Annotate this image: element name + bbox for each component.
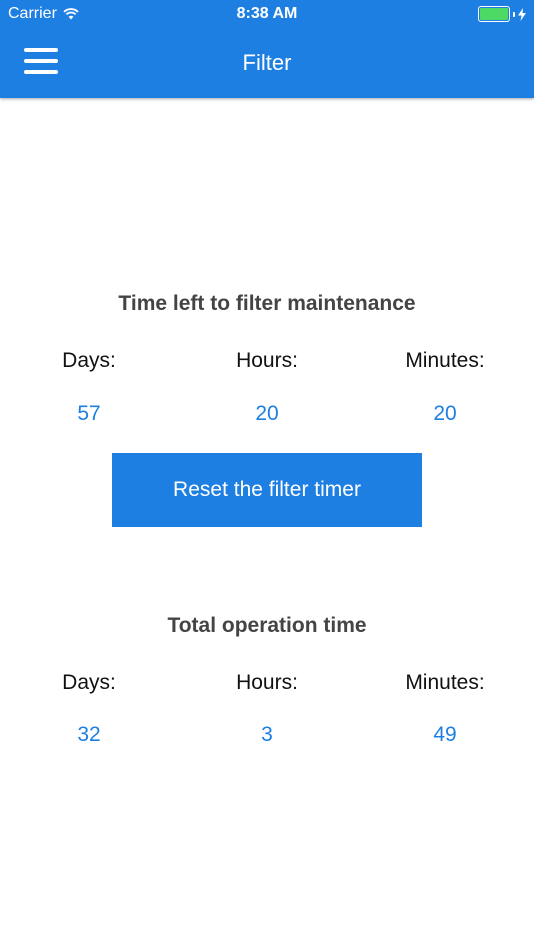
minutes-label: Minutes: (405, 671, 485, 694)
battery-icon (478, 6, 510, 22)
page-title: Filter (242, 50, 292, 75)
days-label: Days: (62, 671, 116, 694)
charging-bolt-icon (518, 7, 526, 21)
battery-level (480, 8, 508, 20)
operation-time-title: Total operation time (167, 614, 367, 637)
app-header: Carrier 8:38 AM Filter (0, 0, 534, 98)
minutes-left-value: 20 (433, 402, 457, 425)
hours-left-value: 20 (255, 402, 279, 425)
days-label: Days: (62, 349, 116, 372)
battery-indicator (478, 6, 526, 22)
operation-days-value: 32 (77, 723, 101, 746)
status-bar: Carrier 8:38 AM (0, 0, 534, 28)
filter-maintenance-values: 57 20 20 (0, 402, 534, 432)
filter-maintenance-labels: Days: Hours: Minutes: (0, 349, 534, 379)
hours-label: Hours: (236, 349, 298, 372)
operation-time-values: 32 3 49 (0, 723, 534, 753)
minutes-label: Minutes: (405, 349, 485, 372)
hours-label: Hours: (236, 671, 298, 694)
operation-minutes-value: 49 (433, 723, 457, 746)
operation-hours-value: 3 (261, 723, 273, 746)
status-time: 8:38 AM (236, 5, 298, 22)
days-left-value: 57 (77, 402, 101, 425)
battery-cap (513, 11, 515, 17)
filter-maintenance-title: Time left to filter maintenance (118, 292, 416, 315)
operation-time-labels: Days: Hours: Minutes: (0, 671, 534, 701)
nav-bar: Filter (0, 28, 534, 98)
reset-filter-timer-button[interactable]: Reset the filter timer (112, 453, 422, 527)
